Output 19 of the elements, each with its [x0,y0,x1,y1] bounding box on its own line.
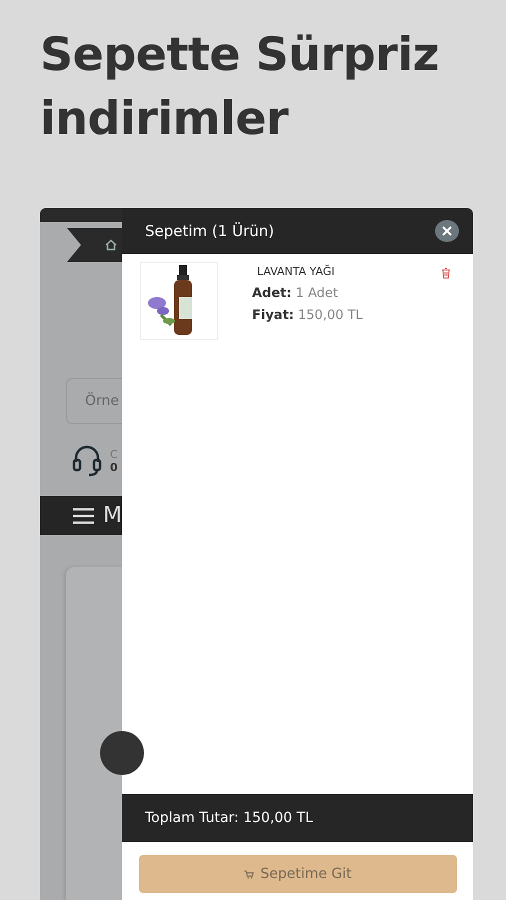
quantity-label: Adet: [252,286,292,301]
menu-icon[interactable] [72,506,96,524]
drawer-title: Sepetim (1 Ürün) [145,222,274,240]
go-to-cart-button[interactable]: Sepetime Git [139,855,457,893]
menu-label[interactable]: M [103,503,122,528]
total-amount: Toplam Tutar: 150,00 TL [145,810,314,826]
close-button[interactable] [435,220,459,242]
headset-icon [72,444,102,478]
cart-icon [244,870,254,878]
close-icon[interactable] [442,226,452,236]
circle-shape [100,731,144,775]
quantity-value: 1 Adet [296,286,338,301]
home-icon[interactable] [105,239,117,251]
trash-icon[interactable] [441,267,451,279]
headline: Sepette Sürpriz indirimler [40,26,440,147]
product-name: LAVANTA YAĞI [256,264,336,280]
support-phone: 0 [110,461,118,474]
price-value: 150,00 TL [298,308,363,323]
price-label: Fiyat: [252,308,294,323]
